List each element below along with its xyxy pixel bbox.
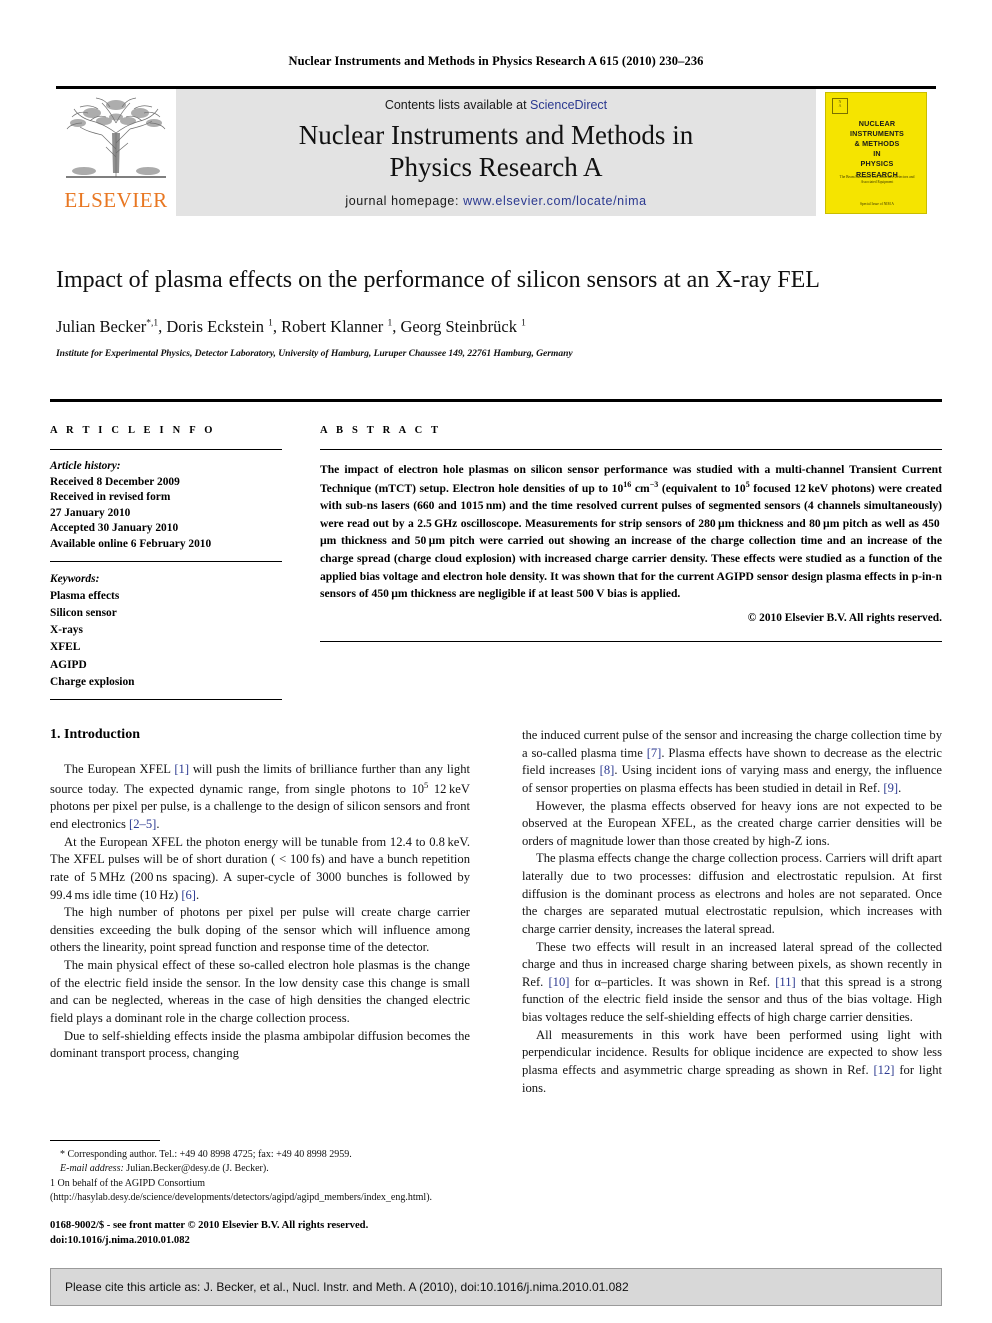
keywords-list: Keywords: Plasma effects Silicon sensor …	[50, 571, 282, 691]
band-gap	[282, 425, 320, 700]
article-info-column: A R T I C L E I N F O Article history: R…	[50, 425, 282, 700]
article-history-item: Received 8 December 2009	[50, 475, 180, 488]
article-history: Article history: Received 8 December 200…	[50, 459, 282, 552]
citation-ref: [2–5]	[129, 817, 157, 832]
paragraph: The plasma effects change the charge col…	[522, 851, 942, 936]
elsevier-tree-icon	[66, 97, 166, 178]
cover-title-line3: & METHODS	[854, 138, 900, 148]
citation-ref: [6]	[181, 887, 196, 902]
abstract-copyright: © 2010 Elsevier B.V. All rights reserved…	[747, 611, 942, 624]
cite-this-article-box: Please cite this article as: J. Becker, …	[50, 1268, 942, 1306]
footnote-email-address[interactable]: Julian.Becker@desy.de (J. Becker).	[126, 1163, 268, 1174]
abstract-column: A B S T R A C T The impact of electron h…	[320, 425, 942, 700]
journal-title-line2: Physics Research A	[389, 151, 603, 182]
journal-title-line1: Nuclear Instruments and Methods in	[298, 120, 694, 150]
cover-title-line2: INSTRUMENTS	[849, 128, 905, 138]
cover-title: NUCLEAR INSTRUMENTS & METHODS IN PHYSICS…	[826, 118, 926, 180]
paragraph: However, the plasma effects observed for…	[522, 798, 942, 848]
abstract-text: The impact of electron hole plasmas on s…	[320, 463, 942, 601]
front-matter-line1: 0168-9002/$ - see front matter © 2010 El…	[50, 1220, 369, 1231]
article-history-item: Available online 6 February 2010	[50, 537, 212, 550]
info-abstract-band: A R T I C L E I N F O Article history: R…	[50, 425, 942, 700]
running-head: Nuclear Instruments and Methods in Physi…	[288, 54, 704, 68]
front-matter: 0168-9002/$ - see front matter © 2010 El…	[50, 1218, 480, 1248]
citation-ref: [10]	[548, 974, 570, 989]
elsevier-wordmark: ELSEVIER	[64, 188, 168, 212]
abstract-rule	[320, 449, 942, 450]
section-title-introduction: 1. Introduction	[50, 727, 140, 742]
journal-cover-thumbnail: NA NUCLEAR INSTRUMENTS & METHODS IN PHYS…	[816, 89, 936, 216]
keyword-item: Silicon sensor	[50, 607, 117, 620]
title-block: Impact of plasma effects on the performa…	[56, 265, 940, 359]
cover-footer: Special Issue of NIM A	[860, 201, 894, 206]
citation-ref: [11]	[775, 974, 796, 989]
footnote-consortium: 1 On behalf of the AGIPD Consortium (htt…	[50, 1177, 433, 1204]
abstract-heading: A B S T R A C T	[320, 425, 442, 436]
keywords-bottom-rule	[50, 698, 282, 700]
keyword-item: XFEL	[50, 641, 81, 654]
paragraph: The high number of photons per pixel per…	[50, 905, 470, 955]
info-band-top-rule	[50, 399, 942, 402]
affiliation: Institute for Experimental Physics, Dete…	[56, 347, 573, 359]
keywords-label: Keywords:	[50, 573, 100, 585]
citation-ref: [8]	[599, 763, 615, 778]
footnotes: * Corresponding author. Tel.: +49 40 899…	[50, 1140, 470, 1206]
keywords-top-rule	[50, 561, 282, 562]
sciencedirect-link[interactable]: ScienceDirect	[530, 98, 607, 112]
journal-title: Nuclear Instruments and Methods in Physi…	[176, 120, 816, 184]
article-history-item: Accepted 30 January 2010	[50, 522, 179, 534]
paragraph: The main physical effect of these so-cal…	[50, 958, 470, 1025]
masthead-center: Contents lists available at ScienceDirec…	[176, 89, 816, 216]
cite-this-article-text: Please cite this article as: J. Becker, …	[65, 1280, 629, 1294]
cover-title-line5: PHYSICS	[860, 159, 894, 169]
paragraph: The European XFEL [1] will push the limi…	[50, 762, 470, 832]
keyword-item: Charge explosion	[50, 675, 135, 688]
footnote-corresponding-author: * Corresponding author. Tel.: +49 40 899…	[60, 1149, 352, 1160]
keyword-item: AGIPD	[50, 658, 87, 671]
keyword-item: Plasma effects	[50, 590, 120, 603]
elsevier-logo: ELSEVIER	[56, 89, 176, 216]
abstract-bottom-rule	[320, 641, 942, 642]
homepage-prefix: journal homepage:	[345, 193, 464, 208]
citation-ref: [7]	[646, 745, 662, 760]
footnote-email-label: E-mail address:	[60, 1163, 124, 1175]
article-history-item: 27 January 2010	[50, 506, 131, 519]
citation-ref: [1]	[174, 762, 190, 776]
footnote-rule	[50, 1140, 160, 1141]
paper-page: Nuclear Instruments and Methods in Physi…	[0, 0, 992, 1323]
cover-title-line4: IN	[873, 149, 881, 159]
citation-ref: [12]	[873, 1062, 895, 1077]
journal-homepage-line: journal homepage: www.elsevier.com/locat…	[176, 194, 816, 208]
cover-subtitle: The Beam Interaction with Materials, Det…	[839, 174, 915, 184]
contents-prefix: Contents lists available at	[384, 98, 531, 112]
body-right-column: the induced current pulse of the sensor …	[522, 727, 942, 1217]
keyword-item: X-rays	[50, 624, 83, 637]
paragraph: the induced current pulse of the sensor …	[522, 728, 942, 795]
article-info-rule	[50, 449, 282, 450]
front-matter-doi: doi:10.1016/j.nima.2010.01.082	[50, 1235, 190, 1247]
paragraph: At the European XFEL the photon energy w…	[50, 834, 470, 902]
cover-title-line1: NUCLEAR	[858, 118, 896, 128]
page-title: Impact of plasma effects on the performa…	[56, 267, 820, 293]
contents-line: Contents lists available at ScienceDirec…	[176, 98, 816, 112]
citation-ref: [9]	[883, 780, 899, 795]
journal-masthead: ELSEVIER Contents lists available at Sci…	[56, 86, 936, 216]
article-history-item: Received in revised form	[50, 491, 171, 503]
paragraph: Due to self-shielding effects inside the…	[50, 1028, 470, 1061]
journal-homepage-link[interactable]: www.elsevier.com/locate/nima	[463, 194, 647, 208]
paragraph: These two effects will result in an incr…	[522, 939, 942, 1025]
paragraph: All measurements in this work have been …	[522, 1027, 942, 1095]
column-gutter	[470, 727, 522, 1217]
author-list: Julian Becker*,1, Doris Eckstein 1, Robe…	[56, 316, 526, 336]
footnote-email: E-mail address: Julian.Becker@desy.de (J…	[50, 1162, 470, 1176]
article-info-heading: A R T I C L E I N F O	[50, 425, 216, 436]
cover-publisher-badge-icon: NA	[832, 97, 848, 114]
article-history-label: Article history:	[50, 460, 121, 472]
